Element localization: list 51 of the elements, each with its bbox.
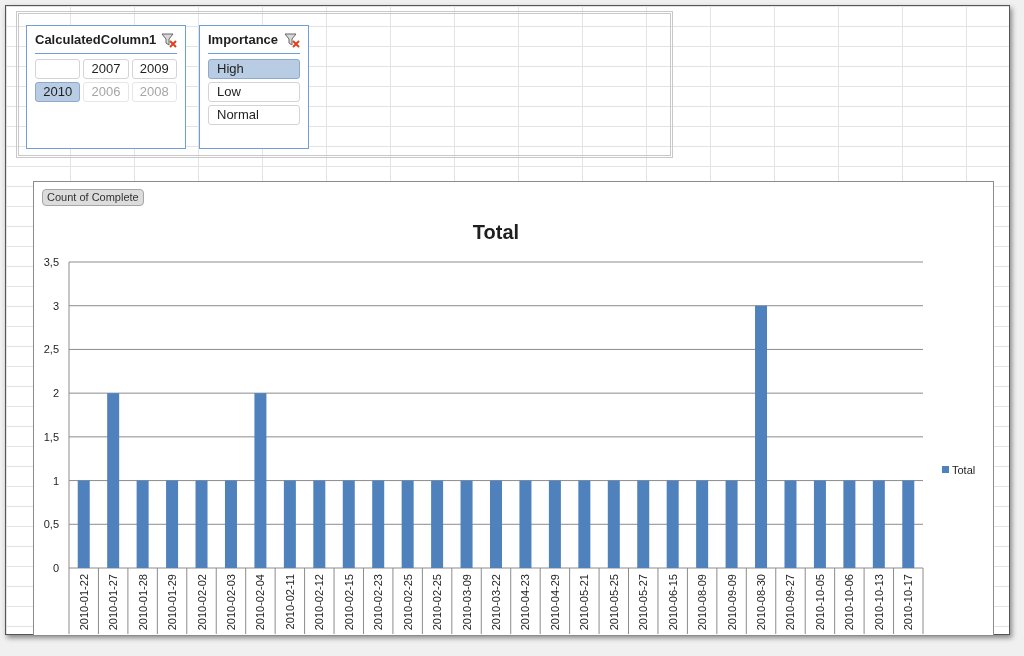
clear-filter-icon[interactable] — [284, 31, 300, 48]
category-label: 2010-05-21 — [578, 574, 591, 631]
slicer-item[interactable]: Low — [208, 81, 300, 102]
axis-tick-label: 1,5 — [43, 430, 59, 443]
slicer-item[interactable]: Normal — [208, 104, 300, 125]
axis-tick-label: 3 — [52, 299, 59, 312]
legend-swatch — [942, 466, 949, 473]
slicer-item[interactable]: High — [208, 58, 300, 79]
category-label: 2010-02-03 — [224, 574, 237, 631]
field-button[interactable]: Count of Complete — [42, 189, 144, 206]
slicer-item[interactable]: 2009 — [131, 58, 177, 79]
category-label: 2010-02-25 — [431, 574, 444, 631]
category-label: 2010-02-11 — [283, 574, 296, 630]
category-label: 2010-02-15 — [342, 574, 355, 631]
chart-title: Total — [472, 221, 520, 243]
category-label: 2010-10-05 — [813, 574, 826, 631]
axis-tick-label: 3,5 — [43, 256, 59, 268]
category-label: 2010-04-23 — [519, 574, 532, 631]
slicer-item[interactable]: 2010 — [35, 81, 81, 102]
category-label: 2010-03-09 — [460, 574, 473, 631]
category-label: 2010-08-30 — [755, 574, 768, 631]
category-label: 2010-02-23 — [372, 574, 385, 631]
axis-tick-label: 2 — [52, 387, 59, 400]
category-label: 2010-08-09 — [696, 574, 709, 631]
category-label: 2010-10-06 — [843, 574, 856, 631]
category-label: 2010-02-12 — [313, 574, 326, 631]
category-label: 2010-06-15 — [666, 574, 679, 631]
legend-label: Total — [952, 464, 976, 476]
category-label: 2010-02-25 — [401, 574, 414, 631]
axis-tick-label: 2,5 — [43, 343, 59, 356]
category-label: 2010-01-29 — [166, 574, 179, 631]
axis-tick-label: 0 — [52, 562, 59, 574]
clear-filter-icon[interactable] — [161, 31, 177, 48]
axis-tick-label: 0,5 — [43, 518, 59, 531]
category-label: 2010-09-27 — [784, 574, 797, 631]
category-label: 2010-03-22 — [490, 574, 502, 631]
category-label: 2010-01-28 — [136, 574, 149, 631]
slicer-item[interactable]: 2007 — [83, 58, 129, 79]
category-label: 2010-01-27 — [107, 574, 120, 631]
slicer-title: CalculatedColumn1 — [35, 31, 157, 49]
category-label: 2010-01-22 — [77, 574, 90, 631]
slicer-title: Importance — [208, 31, 279, 49]
category-label: 2010-05-25 — [607, 574, 620, 631]
category-label: 2010-02-02 — [195, 574, 208, 631]
category-label: 2010-10-13 — [872, 574, 885, 631]
category-label: 2010-02-04 — [254, 574, 267, 631]
category-label: 2010-10-17 — [902, 574, 915, 631]
category-label: 2010-09-09 — [725, 574, 738, 631]
category-label: 2010-05-27 — [637, 574, 650, 631]
category-label: 2010-04-29 — [548, 574, 561, 631]
axis-tick-label: 1 — [52, 474, 59, 487]
